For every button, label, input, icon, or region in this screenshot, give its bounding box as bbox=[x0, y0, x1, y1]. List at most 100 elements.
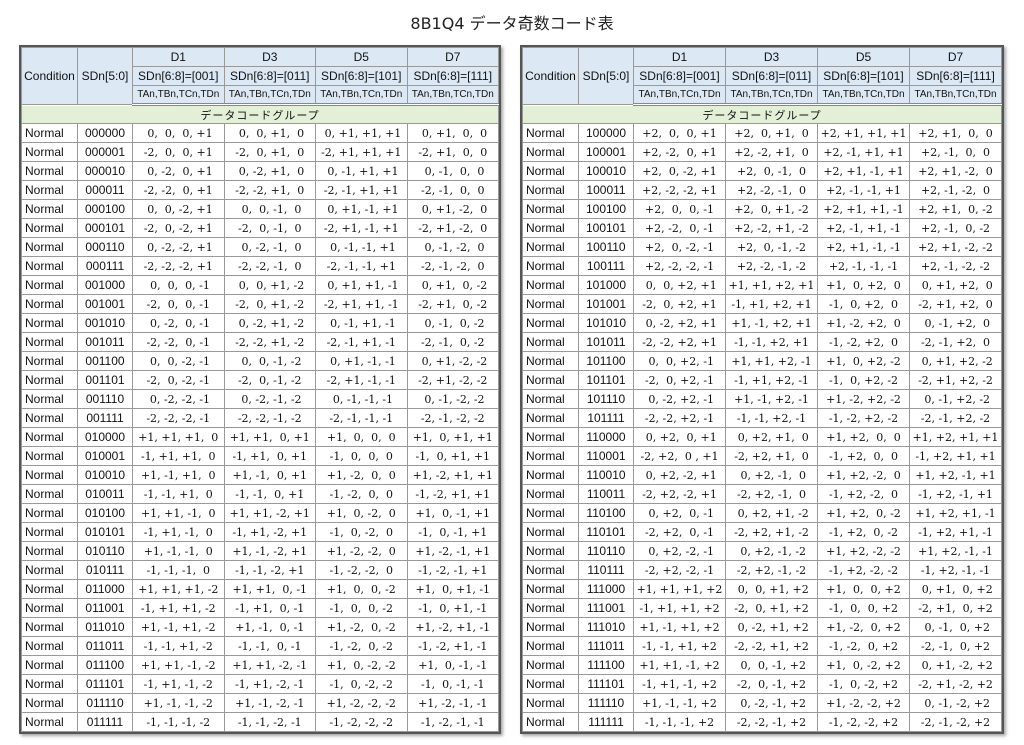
table-row: Normal 000001 -2, 0, 0, +1 -2, 0, +1, 0 -2, … bbox=[21, 142, 499, 162]
d1-value-cell: -2, +2, 0, -1 bbox=[633, 522, 726, 542]
condition-cell: Normal bbox=[522, 693, 579, 713]
table-row: Normal 111011 -1, -1, +1, +2 -2, -2, +1, +2… bbox=[522, 636, 1002, 656]
d3-value-cell: 0, 0, -1, -2 bbox=[223, 351, 316, 371]
condition-cell: Normal bbox=[21, 541, 78, 561]
table-row: Normal 000010 0, -2, 0, +1 0, -2, +1, 0 0… bbox=[21, 161, 499, 181]
sdn-cell: 111001 bbox=[578, 598, 634, 618]
d1-value-cell: -2, +2, -2, +1 bbox=[633, 484, 726, 504]
d1-value-cell: -2, +2, -2, -1 bbox=[633, 560, 726, 580]
table-row: Normal 101110 0, -2, +2, -1 +1, -1, +2, -1… bbox=[522, 389, 1002, 409]
header-d5-select: SDn[6:8]=[101] bbox=[817, 66, 910, 86]
condition-cell: Normal bbox=[21, 256, 78, 276]
d1-value-cell: -2, -2, 0, -1 bbox=[132, 332, 225, 352]
d1-value-cell: +2, -2, -2, +1 bbox=[633, 180, 726, 200]
d3-value-cell: 0, -2, -1, +2 bbox=[725, 693, 818, 713]
condition-cell: Normal bbox=[522, 674, 579, 694]
d5-value-cell: +2, -1, +1, +1 bbox=[817, 142, 910, 162]
d1-value-cell: -1, +1, +1, +2 bbox=[633, 598, 726, 618]
condition-cell: Normal bbox=[522, 313, 579, 333]
d3-value-cell: 0, -2, -1, -2 bbox=[223, 389, 316, 409]
table-row: Normal 110001 -2, +2, 0 , +1 -2, +2, +1, 0-… bbox=[522, 446, 1002, 466]
sdn-cell: 101110 bbox=[578, 389, 634, 409]
d7-value-cell: +1, 0, +1, -1 bbox=[406, 579, 499, 599]
d7-value-cell: -1, +2, -1, -1 bbox=[909, 560, 1002, 580]
table-row: Normal 110101 -2, +2, 0, -1 -2, +2, +1, -2-… bbox=[522, 522, 1002, 542]
d1-value-cell: +1, +1, -1, -2 bbox=[132, 655, 225, 675]
d7-value-cell: 0, +1, -2, +2 bbox=[909, 655, 1002, 675]
sdn-cell: 100101 bbox=[578, 218, 634, 238]
condition-cell: Normal bbox=[522, 142, 579, 162]
d1-value-cell: -1, -1, -1, -2 bbox=[132, 712, 225, 732]
d7-value-cell: -2, -1, 0, 0 bbox=[406, 180, 499, 200]
d1-value-cell: 0, -2, +2, -1 bbox=[633, 389, 726, 409]
table-row: Normal 101011 -2, -2, +2, +1 -1, -1, +2, +1… bbox=[522, 332, 1002, 352]
d5-value-cell: +1, 0, +2, 0 bbox=[817, 275, 910, 295]
d3-value-cell: -2, 0, -1, 0 bbox=[223, 218, 316, 238]
d3-value-cell: -2, -2, -1, +2 bbox=[725, 712, 818, 732]
condition-cell: Normal bbox=[522, 522, 579, 542]
sdn-cell: 101111 bbox=[578, 408, 634, 428]
table-row: Normal 000100 0, 0, -2, +1 0, 0, -1, 0 0,… bbox=[21, 199, 499, 219]
sdn-cell: 111110 bbox=[578, 693, 634, 713]
d7-value-cell: -1, 0, +1, -1 bbox=[406, 598, 499, 618]
d3-value-cell: -2, -2, -1, 0 bbox=[223, 256, 316, 276]
table-row: Normal 010001 -1, +1, +1, 0 -1, +1, 0, +1 -1… bbox=[21, 446, 499, 466]
d3-value-cell: +2, -2, +1, 0 bbox=[725, 142, 818, 162]
d5-value-cell: +1, 0, -2, 0 bbox=[315, 503, 408, 523]
table-row: Normal 010011 -1, -1, +1, 0 -1, -1, 0, +1 -1… bbox=[21, 484, 499, 504]
d3-value-cell: -2, +2, -1, -2 bbox=[725, 560, 818, 580]
d3-value-cell: -2, 0, -1, +2 bbox=[725, 674, 818, 694]
header-d1-sub: TAn,TBn,TCn,TDn bbox=[633, 85, 726, 106]
d3-value-cell: -1, -1, 0, -1 bbox=[223, 636, 316, 656]
d3-value-cell: 0, 0, -1, +2 bbox=[725, 655, 818, 675]
d5-value-cell: +1, +2, 0, 0 bbox=[817, 427, 910, 447]
sdn-cell: 001011 bbox=[77, 332, 133, 352]
condition-cell: Normal bbox=[522, 503, 579, 523]
d3-value-cell: +2, -2, +1, -2 bbox=[725, 218, 818, 238]
header-d3-select: SDn[6:8]=[011] bbox=[725, 66, 818, 86]
d5-value-cell: -2, +1, -1, +1 bbox=[315, 218, 408, 238]
d1-value-cell: 0, 0, -2, +1 bbox=[132, 199, 225, 219]
table-row: Normal 011100 +1, +1, -1, -2 +1, +1, -2, -1… bbox=[21, 655, 499, 675]
d7-value-cell: -2, +1, +2, -2 bbox=[909, 370, 1002, 390]
sdn-cell: 100001 bbox=[578, 142, 634, 162]
d7-value-cell: +1, -2, +1, +1 bbox=[406, 465, 499, 485]
d5-value-cell: -1, +2, -2, 0 bbox=[817, 484, 910, 504]
table-row: Normal 001001 -2, 0, 0, -1 -2, 0, +1, -2 -2,… bbox=[21, 294, 499, 314]
d3-value-cell: -2, 0, +1, +2 bbox=[725, 598, 818, 618]
header-condition: Condition bbox=[522, 47, 579, 105]
d1-value-cell: 0, 0, -2, -1 bbox=[132, 351, 225, 371]
d1-value-cell: -1, +1, -1, +2 bbox=[633, 674, 726, 694]
table-row: Normal 000000 0, 0, 0, +1 0, 0, +1, 0 0, … bbox=[21, 123, 499, 143]
sdn-cell: 100000 bbox=[578, 123, 634, 143]
sdn-cell: 101100 bbox=[578, 351, 634, 371]
sdn-cell: 001000 bbox=[77, 275, 133, 295]
table-row: Normal 110100 0, +2, 0, -1 0, +2, +1, -2 +… bbox=[522, 503, 1002, 523]
d7-value-cell: -2, -1, -2, +2 bbox=[909, 712, 1002, 732]
d3-value-cell: -1, +1, -2, -1 bbox=[223, 674, 316, 694]
d1-value-cell: 0, 0, +2, +1 bbox=[633, 275, 726, 295]
d5-value-cell: -1, -2, -2, -2 bbox=[315, 712, 408, 732]
header-d1: D1 bbox=[132, 47, 225, 67]
d7-value-cell: 0, -1, +2, 0 bbox=[909, 313, 1002, 333]
sdn-cell: 000111 bbox=[77, 256, 133, 276]
condition-cell: Normal bbox=[21, 161, 78, 181]
d1-value-cell: -2, +2, 0 , +1 bbox=[633, 446, 726, 466]
sdn-cell: 010000 bbox=[77, 427, 133, 447]
right-table-body: Normal 100000 +2, 0, 0, +1 +2, 0, +1, 0 +2, … bbox=[522, 123, 1002, 732]
d1-value-cell: 0, 0, +2, -1 bbox=[633, 351, 726, 371]
d3-value-cell: -1, -1, +2, +1 bbox=[725, 332, 818, 352]
d5-value-cell: -1, -2, 0, 0 bbox=[315, 484, 408, 504]
header-d7: D7 bbox=[406, 47, 499, 67]
d1-value-cell: 0, -2, -2, -1 bbox=[132, 389, 225, 409]
d1-value-cell: +2, 0, 0, -1 bbox=[633, 199, 726, 219]
d5-value-cell: -2, +1, +1, +1 bbox=[315, 142, 408, 162]
d3-value-cell: -1, -1, +2, -1 bbox=[725, 408, 818, 428]
d3-value-cell: +1, +1, -2, +1 bbox=[223, 503, 316, 523]
sdn-cell: 011111 bbox=[77, 712, 133, 732]
condition-cell: Normal bbox=[21, 370, 78, 390]
table-row: Normal 000111 -2, -2, -2, +1 -2, -2, -1, 0-… bbox=[21, 256, 499, 276]
d7-value-cell: 0, +1, 0, +2 bbox=[909, 579, 1002, 599]
d1-value-cell: -2, -2, 0, +1 bbox=[132, 180, 225, 200]
d1-value-cell: 0, +2, -2, +1 bbox=[633, 465, 726, 485]
